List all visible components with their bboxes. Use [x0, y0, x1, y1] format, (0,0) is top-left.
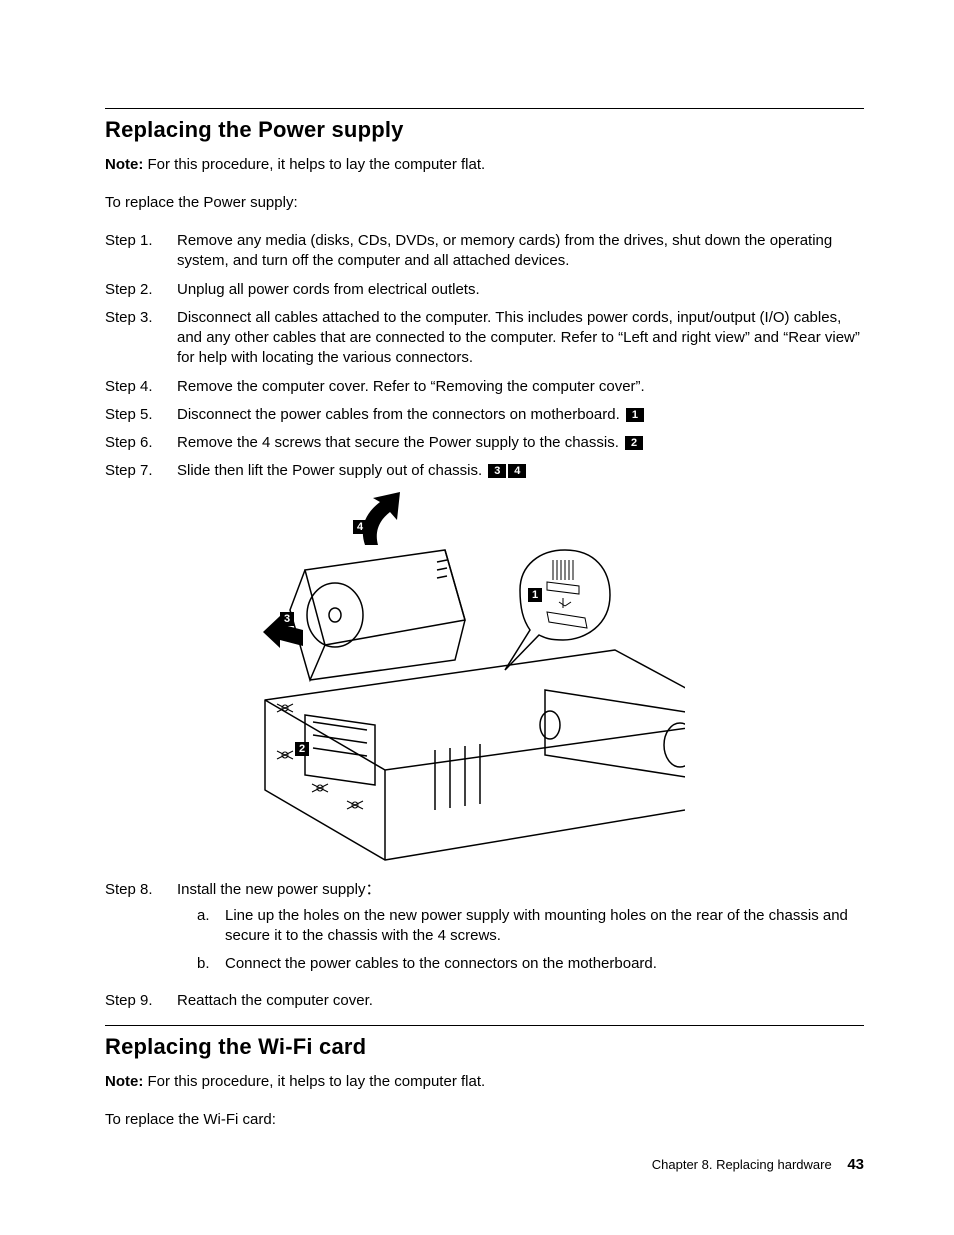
- sub-step-label: a.: [197, 906, 225, 926]
- step-body: Disconnect all cables attached to the co…: [177, 308, 864, 369]
- page-footer: Chapter 8. Replacing hardware 43: [652, 1155, 864, 1175]
- note-text: For this procedure, it helps to lay the …: [143, 156, 485, 173]
- step-label: Step 8.: [105, 880, 177, 900]
- step-row: Step 7. Slide then lift the Power supply…: [105, 461, 864, 481]
- step-row: Step 3. Disconnect all cables attached t…: [105, 308, 864, 369]
- footer-page-number: 43: [847, 1156, 864, 1173]
- step-body: Install the new power supply： a. Line up…: [177, 880, 864, 983]
- step-label: Step 3.: [105, 308, 177, 328]
- note-label: Note:: [105, 1073, 143, 1090]
- note-label: Note:: [105, 156, 143, 173]
- section-heading-wifi-card: Replacing the Wi-Fi card: [105, 1032, 864, 1062]
- steps-list-after-figure: Step 8. Install the new power supply： a.…: [105, 880, 864, 1011]
- step-body: Slide then lift the Power supply out of …: [177, 461, 864, 481]
- step-label: Step 9.: [105, 991, 177, 1011]
- step-label: Step 4.: [105, 377, 177, 397]
- step-row: Step 1. Remove any media (disks, CDs, DV…: [105, 231, 864, 272]
- step-body: Remove the 4 screws that secure the Powe…: [177, 433, 864, 453]
- sub-step-label: b.: [197, 954, 225, 974]
- step-label: Step 5.: [105, 405, 177, 425]
- note-text: For this procedure, it helps to lay the …: [143, 1073, 485, 1090]
- step-label: Step 7.: [105, 461, 177, 481]
- footer-chapter: Chapter 8. Replacing hardware: [652, 1157, 832, 1172]
- step-body: Remove the computer cover. Refer to “Rem…: [177, 377, 864, 397]
- power-supply-diagram: 1 2 3 4: [185, 490, 685, 870]
- step-row: Step 8. Install the new power supply： a.…: [105, 880, 864, 983]
- figure-callout-1: 1: [528, 588, 542, 602]
- step-label: Step 6.: [105, 433, 177, 453]
- step-label: Step 1.: [105, 231, 177, 251]
- intro-text: To replace the Power supply:: [105, 193, 864, 213]
- section-rule: [105, 1025, 864, 1026]
- step-body: Remove any media (disks, CDs, DVDs, or m…: [177, 231, 864, 272]
- step-body: Unplug all power cords from electrical o…: [177, 280, 864, 300]
- sub-step-text: Line up the holes on the new power suppl…: [225, 906, 864, 947]
- step-row: Step 4. Remove the computer cover. Refer…: [105, 377, 864, 397]
- callout-box: 4: [508, 464, 526, 478]
- step-row: Step 5. Disconnect the power cables from…: [105, 405, 864, 425]
- note-paragraph: Note: For this procedure, it helps to la…: [105, 155, 864, 175]
- step-body: Reattach the computer cover.: [177, 991, 864, 1011]
- figure-callout-3: 3: [280, 612, 294, 626]
- callout-box: 1: [626, 408, 644, 422]
- sub-steps: a. Line up the holes on the new power su…: [177, 906, 864, 975]
- document-page: Replacing the Power supply Note: For thi…: [0, 0, 954, 1235]
- figure-callout-2: 2: [295, 742, 309, 756]
- step-body: Disconnect the power cables from the con…: [177, 405, 864, 425]
- step-row: Step 9. Reattach the computer cover.: [105, 991, 864, 1011]
- callout-box: 2: [625, 436, 643, 450]
- note-paragraph: Note: For this procedure, it helps to la…: [105, 1072, 864, 1092]
- step-row: Step 6. Remove the 4 screws that secure …: [105, 433, 864, 453]
- diagram-svg: [185, 490, 685, 870]
- section-rule: [105, 108, 864, 109]
- intro-text: To replace the Wi-Fi card:: [105, 1110, 864, 1130]
- steps-list: Step 1. Remove any media (disks, CDs, DV…: [105, 231, 864, 482]
- sub-step-row: a. Line up the holes on the new power su…: [177, 906, 864, 947]
- sub-step-text: Connect the power cables to the connecto…: [225, 954, 657, 974]
- figure-callout-4: 4: [353, 520, 367, 534]
- sub-step-row: b. Connect the power cables to the conne…: [177, 954, 864, 974]
- step-label: Step 2.: [105, 280, 177, 300]
- callout-box: 3: [488, 464, 506, 478]
- step-row: Step 2. Unplug all power cords from elec…: [105, 280, 864, 300]
- section-heading-power-supply: Replacing the Power supply: [105, 115, 864, 145]
